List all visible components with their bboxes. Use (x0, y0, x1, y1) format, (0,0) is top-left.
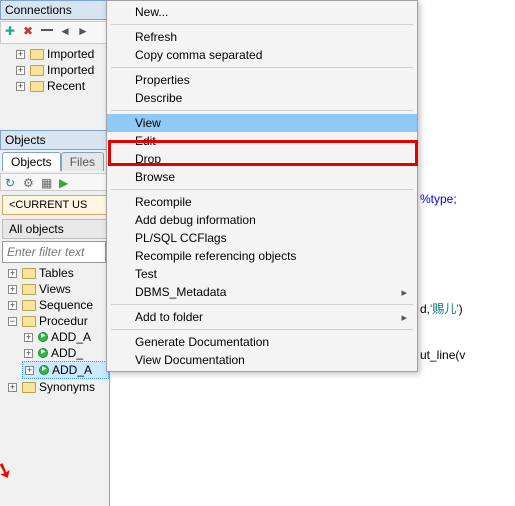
code-frag: '赐儿' (430, 302, 459, 316)
proc-item[interactable]: +ADD_A (22, 329, 109, 345)
filter-input-wrap (2, 241, 106, 263)
proc-item-selected[interactable]: +ADD_A (22, 361, 109, 379)
menu-refresh[interactable]: Refresh (107, 28, 417, 46)
menu-add-debug[interactable]: Add debug information (107, 211, 417, 229)
menu-ccflags[interactable]: PL/SQL CCFlags (107, 229, 417, 247)
delete-icon[interactable]: ✖ (23, 24, 35, 36)
menu-browse[interactable]: Browse (107, 168, 417, 186)
tree-label: ADD_ (51, 346, 83, 360)
connections-header: Connections (0, 0, 109, 20)
folder-icon (30, 81, 44, 92)
proc-icon (38, 348, 48, 358)
tree-label: Imported (47, 63, 94, 77)
tree-procedures[interactable]: −Procedur (6, 313, 109, 329)
tree-tables[interactable]: +Tables (6, 265, 109, 281)
tree-label: Synonyms (39, 380, 95, 394)
left-pane: Connections ✚ ✖ ◄ ► +Imported +Imported … (0, 0, 110, 506)
play-icon[interactable]: ▶ (59, 176, 71, 188)
menu-properties[interactable]: Properties (107, 71, 417, 89)
tree-label: Sequence (39, 298, 93, 312)
folder-icon (30, 49, 44, 60)
menu-gen-doc[interactable]: Generate Documentation (107, 333, 417, 351)
menu-new[interactable]: New... (107, 3, 417, 21)
tree-label: Recent (47, 79, 85, 93)
connections-tree: +Imported +Imported +Recent (0, 46, 109, 94)
folder-icon (22, 300, 36, 311)
objects-toolbar: ↻ ⚙ ▦ ▶ (0, 173, 109, 191)
menu-recompile-ref[interactable]: Recompile referencing objects (107, 247, 417, 265)
context-menu: New... Refresh Copy comma separated Prop… (106, 0, 418, 372)
menu-describe[interactable]: Describe (107, 89, 417, 107)
code-frag: ut_line(v (420, 348, 465, 362)
conn-item-imported[interactable]: +Imported (14, 46, 109, 62)
menu-recompile[interactable]: Recompile (107, 193, 417, 211)
tree-label: Procedur (39, 314, 88, 328)
objects-tabs: Objects Files (2, 152, 107, 171)
menu-copy-comma[interactable]: Copy comma separated (107, 46, 417, 64)
proc-icon (39, 365, 49, 375)
menu-dbms-metadata[interactable]: DBMS_Metadata (107, 283, 417, 301)
right-icon[interactable]: ► (77, 24, 89, 36)
gear-icon[interactable]: ⚙ (23, 176, 35, 188)
code-frag: ) (459, 302, 463, 316)
menu-view[interactable]: View (107, 114, 417, 132)
connections-toolbar: ✚ ✖ ◄ ► (0, 21, 109, 44)
add-icon[interactable]: ✚ (5, 24, 17, 36)
tree-label: ADD_A (51, 330, 91, 344)
tree-label: Imported (47, 47, 94, 61)
menu-add-folder[interactable]: Add to folder (107, 308, 417, 326)
tree-views[interactable]: +Views (6, 281, 109, 297)
menu-drop[interactable]: Drop (107, 150, 417, 168)
current-user-label[interactable]: <CURRENT US (2, 195, 107, 215)
proc-item[interactable]: +ADD_ (22, 345, 109, 361)
tree-label: Tables (39, 266, 74, 280)
code-editor[interactable]: %type; d,'赐儿') ut_line(v ce proced , ar2… (418, 0, 515, 506)
left-icon[interactable]: ◄ (59, 24, 71, 36)
tree-label: ADD_A (52, 363, 92, 377)
folder-icon (22, 382, 36, 393)
tab-files[interactable]: Files (61, 152, 104, 171)
tab-objects[interactable]: Objects (2, 152, 61, 171)
conn-item-recent[interactable]: +Recent (14, 78, 109, 94)
filter-input[interactable] (2, 241, 106, 263)
objects-header: Objects (0, 130, 109, 150)
conn-item-imported[interactable]: +Imported (14, 62, 109, 78)
folder-icon (22, 284, 36, 295)
folder-icon (30, 65, 44, 76)
refresh-icon[interactable]: ↻ (5, 176, 17, 188)
folder-icon (22, 268, 36, 279)
menu-edit[interactable]: Edit (107, 132, 417, 150)
dash-icon[interactable] (41, 29, 53, 41)
proc-icon (38, 332, 48, 342)
code-frag: d, (420, 302, 430, 316)
code-frag: %type; (420, 192, 457, 206)
all-objects-row[interactable]: All objects (2, 219, 107, 239)
objects-tree: +Tables +Views +Sequence −Procedur +ADD_… (0, 265, 109, 395)
grid-icon[interactable]: ▦ (41, 176, 53, 188)
menu-view-doc[interactable]: View Documentation (107, 351, 417, 369)
menu-test[interactable]: Test (107, 265, 417, 283)
folder-icon (22, 316, 36, 327)
tree-sequences[interactable]: +Sequence (6, 297, 109, 313)
tree-label: Views (39, 282, 71, 296)
tree-synonyms[interactable]: +Synonyms (6, 379, 109, 395)
